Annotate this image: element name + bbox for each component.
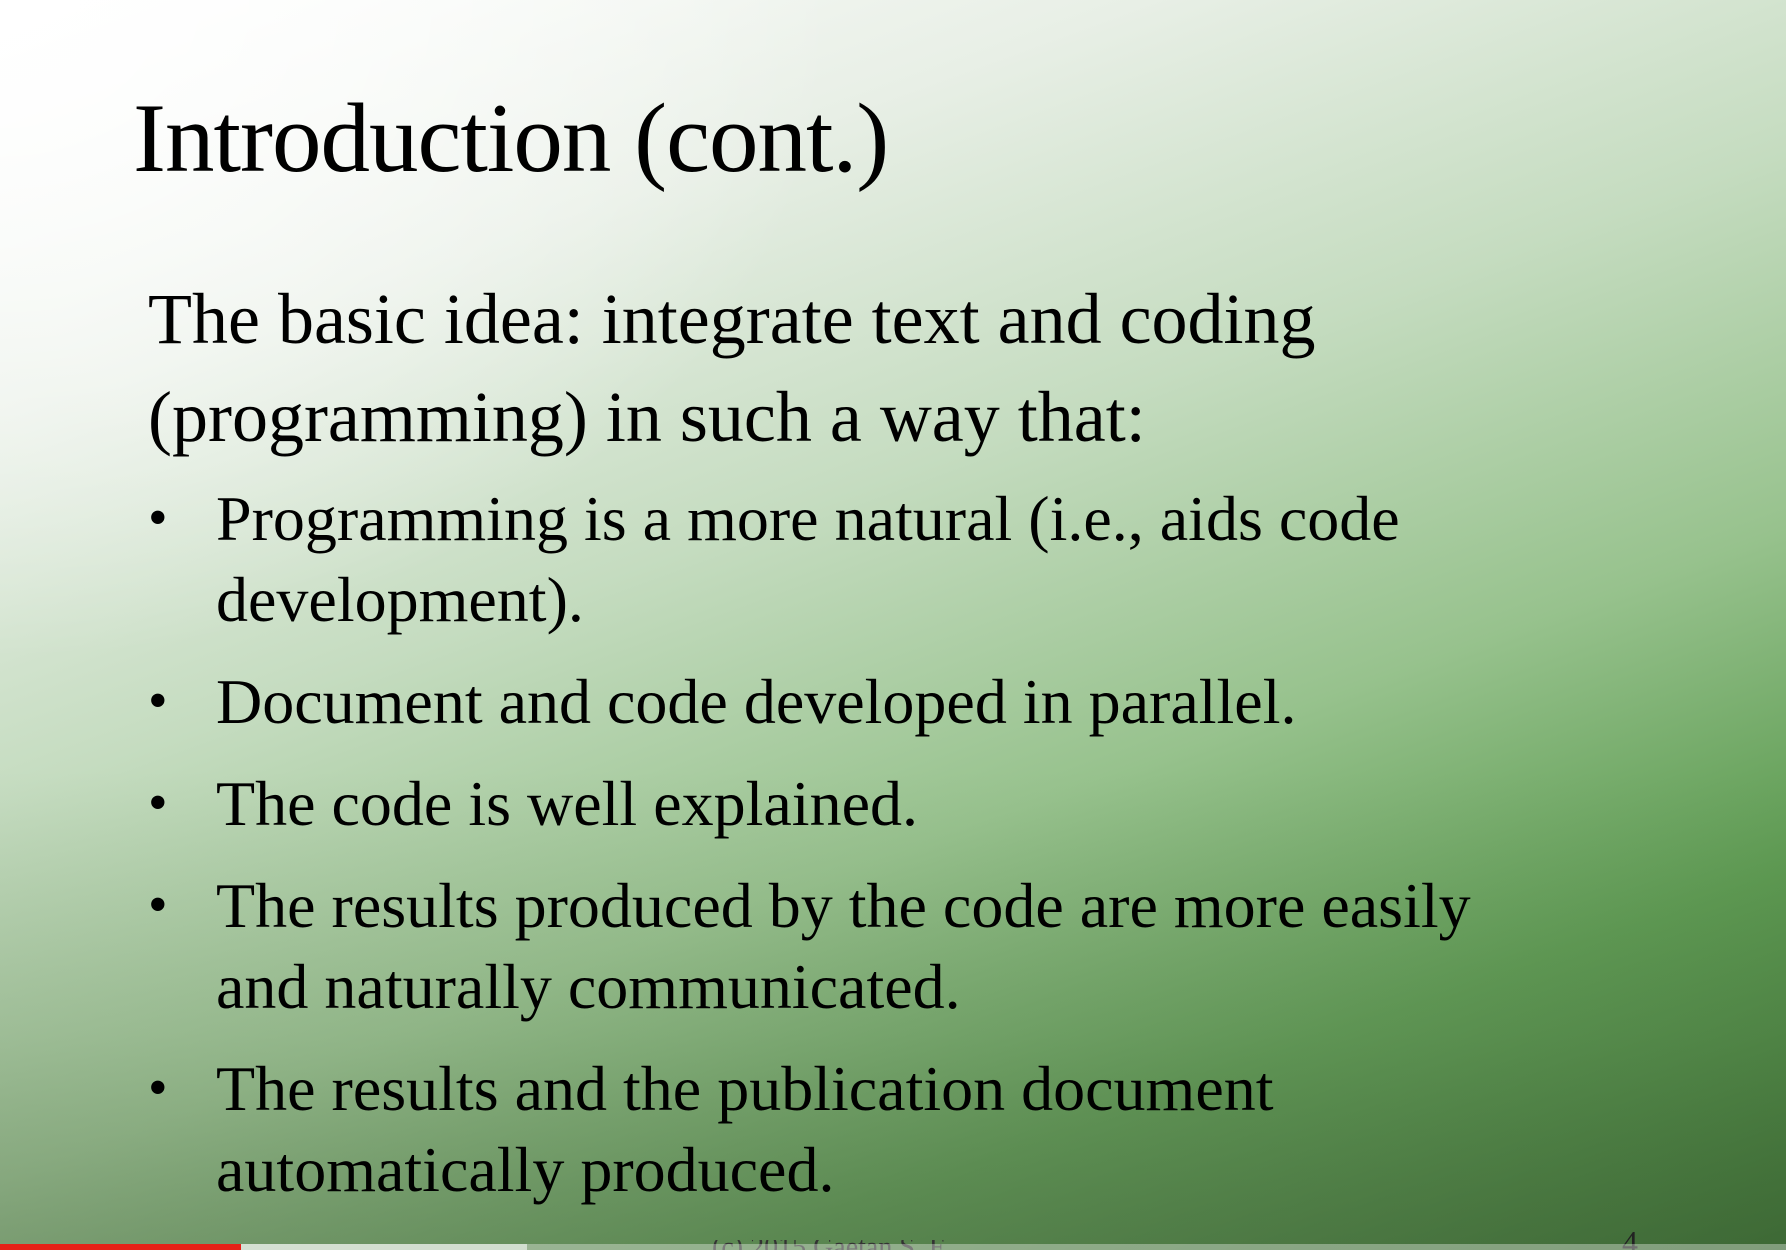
presentation-slide: Introduction (cont.) The basic idea: int…	[0, 0, 1786, 1250]
intro-line: (programming) in such a way that:	[148, 377, 1146, 457]
bullet-item: • Programming is a more natural (i.e., a…	[148, 478, 1708, 640]
video-progress-bar[interactable]	[0, 1244, 1786, 1250]
intro-line: The basic idea: integrate text and codin…	[148, 279, 1316, 359]
bullet-icon: •	[148, 487, 168, 549]
bullet-item: • Document and code developed in paralle…	[148, 661, 1708, 742]
bullet-text-line: Programming is a more natural (i.e., aid…	[216, 483, 1400, 554]
bullet-text-line: Document and code developed in parallel.	[216, 666, 1297, 737]
bullet-icon: •	[148, 1057, 168, 1119]
bullet-text-line: The results and the publication document	[216, 1053, 1274, 1124]
bullet-text-line: The results produced by the code are mor…	[216, 870, 1471, 941]
video-played-bar	[0, 1244, 242, 1250]
intro-paragraph: The basic idea: integrate text and codin…	[148, 270, 1648, 466]
bullet-text-line: and naturally communicated.	[216, 951, 961, 1022]
bullet-list: • Programming is a more natural (i.e., a…	[148, 478, 1708, 1231]
bullet-text-line: The code is well explained.	[216, 768, 918, 839]
bullet-icon: •	[148, 874, 168, 936]
bullet-item: • The results produced by the code are m…	[148, 865, 1708, 1027]
slide-title: Introduction (cont.)	[133, 84, 889, 193]
bullet-text-line: development).	[216, 564, 584, 635]
bullet-icon: •	[148, 772, 168, 834]
bullet-item: • The code is well explained.	[148, 763, 1708, 844]
bullet-icon: •	[148, 670, 168, 732]
bullet-item: • The results and the publication docume…	[148, 1048, 1708, 1210]
bullet-text-line: automatically produced.	[216, 1134, 835, 1205]
